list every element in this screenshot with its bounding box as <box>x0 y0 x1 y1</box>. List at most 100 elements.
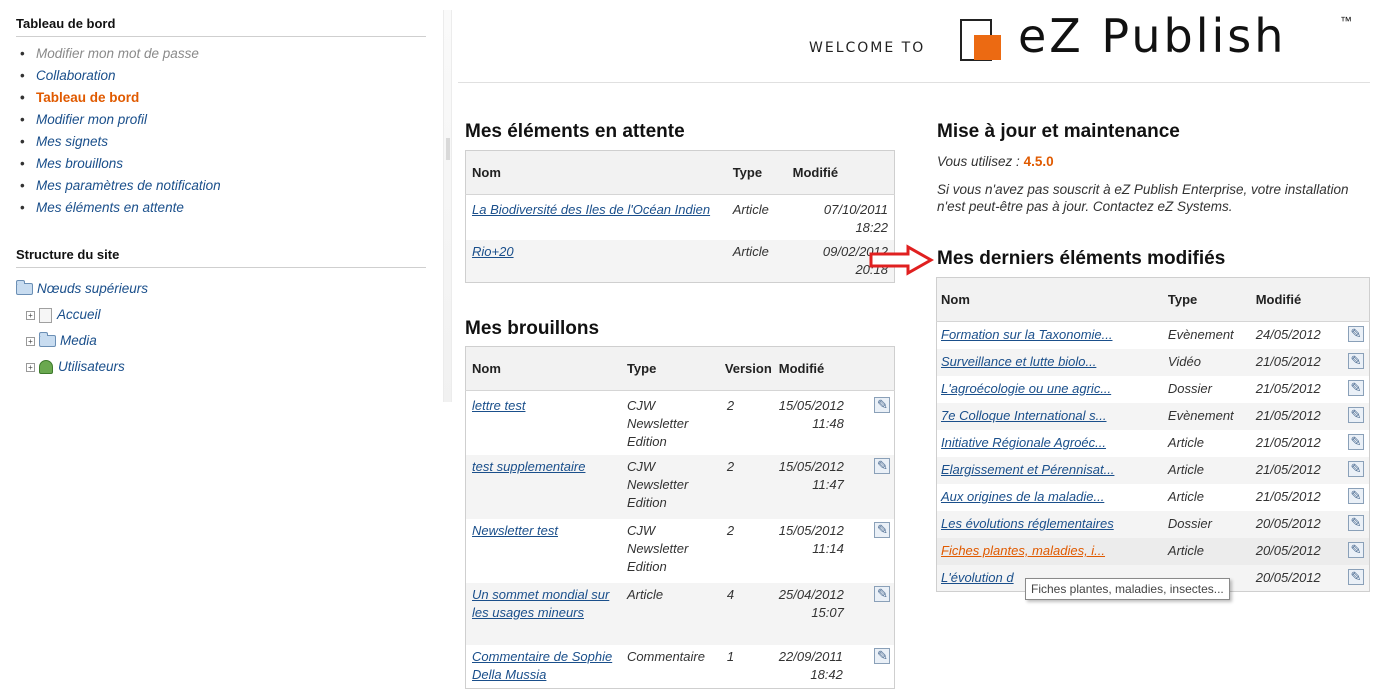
item-modified: 21/05/2012 <box>1255 489 1321 504</box>
version-info: Vous utilisez : 4.5.0 <box>937 154 1054 169</box>
item-version: 2 <box>722 454 777 519</box>
item-modified: 15/05/2012 11:14 <box>777 519 895 583</box>
trademark: ™ <box>1340 14 1352 28</box>
site-structure-title: Structure du site <box>16 247 426 268</box>
edit-icon[interactable] <box>1347 433 1364 451</box>
tree-node-media[interactable]: + Media <box>16 328 426 354</box>
menu-item-bookmarks[interactable]: Mes signets <box>16 131 426 153</box>
menu-item-pending-items[interactable]: Mes éléments en attente <box>16 197 426 219</box>
modified-time: 11:48 <box>812 416 844 431</box>
column-header-type: Type <box>620 346 723 391</box>
recent-item-link[interactable]: 7e Colloque International s... <box>941 408 1107 423</box>
item-modified: 25/04/2012 15:07 <box>776 582 895 645</box>
tree-root[interactable]: Nœuds supérieurs <box>16 276 426 302</box>
table-row: Les évolutions réglementaires Dossier 20… <box>936 510 1370 538</box>
recent-item-link[interactable]: L'agroécologie ou une agric... <box>941 381 1111 396</box>
users-icon <box>39 360 53 375</box>
table-row: Initiative Régionale Agroéc... Article 2… <box>937 430 1370 457</box>
table-row: lettre test CJW Newsletter Edition 2 15/… <box>466 391 895 455</box>
item-modified: 21/05/2012 <box>1251 402 1342 430</box>
column-header-type: Type <box>730 150 787 195</box>
resize-grip[interactable] <box>446 138 450 160</box>
table-row: Newsletter test CJW Newsletter Edition 2… <box>466 519 895 583</box>
draft-link[interactable]: Commentaire de Sophie Della Mussia <box>472 649 612 682</box>
item-type: Dossier <box>1167 381 1212 396</box>
link-tooltip: Fiches plantes, maladies, insectes... <box>1025 578 1230 600</box>
recent-table: Nom Type Modifié Formation sur la Taxono… <box>936 277 1370 592</box>
draft-link[interactable]: Newsletter test <box>472 523 558 538</box>
item-type: Article <box>1167 489 1205 504</box>
dashboard-menu: Modifier mon mot de passe Collaboration … <box>16 43 426 219</box>
column-header-edit <box>1341 277 1370 322</box>
edit-icon[interactable] <box>1347 325 1364 343</box>
ez-logo-icon <box>960 19 1001 61</box>
tree-node-users[interactable]: + Utilisateurs <box>16 354 426 380</box>
draft-link[interactable]: test supplementaire <box>472 459 585 474</box>
modified-date: 22/09/2011 <box>778 648 843 664</box>
item-modified: 15/05/2012 11:48 <box>777 391 895 455</box>
tree-node-label[interactable]: Utilisateurs <box>58 359 125 374</box>
tree-root-label[interactable]: Nœuds supérieurs <box>37 281 148 296</box>
menu-item-edit-profile[interactable]: Modifier mon profil <box>16 109 426 131</box>
edit-icon[interactable] <box>874 396 890 414</box>
pending-item-link[interactable]: La Biodiversité des Iles de l'Océan Indi… <box>472 202 710 217</box>
pending-table: Nom Type Modifié La Biodiversité des Ile… <box>465 150 895 283</box>
menu-item-dashboard[interactable]: Tableau de bord <box>16 87 426 109</box>
sidebar-resize-handle[interactable] <box>443 10 452 402</box>
menu-item-notification-settings[interactable]: Mes paramètres de notification <box>16 175 426 197</box>
recent-item-link[interactable]: Les évolutions réglementaires <box>941 516 1114 531</box>
table-header-row: Nom Type Version Modifié <box>465 346 895 391</box>
recent-item-link[interactable]: Surveillance et lutte biolo... <box>941 354 1096 369</box>
pending-item-link[interactable]: Rio+20 <box>472 244 514 259</box>
edit-icon[interactable] <box>1347 406 1364 424</box>
page-icon <box>39 307 52 323</box>
recent-item-link[interactable]: Aux origines de la maladie... <box>941 489 1104 504</box>
item-modified: 20/05/2012 <box>1251 537 1342 565</box>
expand-icon[interactable]: + <box>26 362 35 372</box>
item-type: Article <box>732 202 769 217</box>
edit-icon[interactable] <box>1347 460 1364 478</box>
tree-node-label[interactable]: Media <box>60 333 97 348</box>
draft-link[interactable]: Un sommet mondial sur les usages mineurs <box>472 587 609 620</box>
recent-item-link[interactable]: Formation sur la Taxonomie... <box>941 327 1112 342</box>
recent-item-link[interactable]: Elargissement et Pérennisat... <box>941 462 1114 477</box>
table-row: test supplementaire CJW Newsletter Editi… <box>465 454 895 519</box>
edit-icon[interactable] <box>874 521 890 539</box>
tree-node-home[interactable]: + Accueil <box>16 302 426 328</box>
edit-icon[interactable] <box>1347 568 1364 586</box>
table-row: Surveillance et lutte biolo... Vidéo 21/… <box>936 348 1370 376</box>
column-header-modified: Modifié <box>786 150 895 195</box>
edit-icon[interactable] <box>874 585 890 603</box>
expand-icon[interactable]: + <box>26 310 35 320</box>
header-divider <box>458 82 1370 83</box>
recent-item-link[interactable]: L'évolution d <box>941 570 1014 585</box>
modified-date: 15/05/2012 <box>778 522 844 538</box>
edit-icon[interactable] <box>1347 352 1364 370</box>
table-header-row: Nom Type Modifié <box>936 277 1370 322</box>
folder-icon <box>39 332 56 348</box>
ez-publish-logo: eZ Publish <box>1018 9 1287 63</box>
recent-item-link[interactable]: Initiative Régionale Agroéc... <box>941 435 1106 450</box>
edit-icon[interactable] <box>874 457 890 475</box>
draft-link[interactable]: lettre test <box>472 398 525 413</box>
edit-icon[interactable] <box>1347 514 1364 532</box>
modified-time: 11:14 <box>812 540 844 556</box>
expand-icon[interactable]: + <box>26 336 35 346</box>
column-header-version: Version <box>722 346 777 391</box>
menu-item-collaboration[interactable]: Collaboration <box>16 65 426 87</box>
folder-icon <box>16 280 33 296</box>
item-type: Article <box>1167 435 1205 450</box>
welcome-text: WELCOME TO <box>809 40 926 56</box>
edit-icon[interactable] <box>1347 487 1364 505</box>
tree-node-label[interactable]: Accueil <box>57 307 101 322</box>
menu-item-drafts[interactable]: Mes brouillons <box>16 153 426 175</box>
table-row: Elargissement et Pérennisat... Article 2… <box>936 456 1370 484</box>
edit-icon[interactable] <box>1347 541 1364 559</box>
recent-item-link[interactable]: Fiches plantes, maladies, i... <box>941 543 1105 558</box>
left-sidebar: Tableau de bord Modifier mon mot de pass… <box>16 16 426 380</box>
item-modified: 22/09/2011 18:42 <box>777 645 895 689</box>
edit-icon[interactable] <box>874 647 890 665</box>
menu-item-change-password: Modifier mon mot de passe <box>16 43 426 65</box>
edit-icon[interactable] <box>1347 379 1364 397</box>
item-modified: 21/05/2012 <box>1251 456 1342 484</box>
